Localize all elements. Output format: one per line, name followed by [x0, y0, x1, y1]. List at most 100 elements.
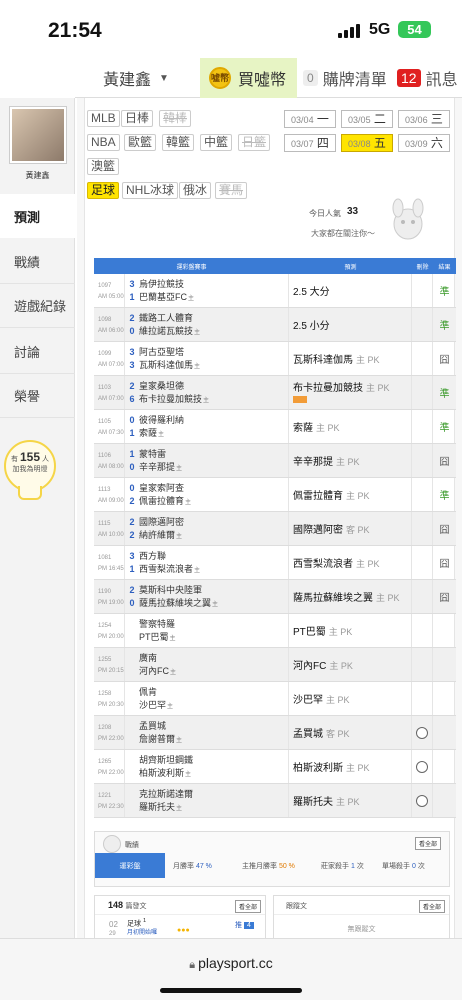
- team-home-line: PT巴蜀主: [139, 631, 288, 646]
- teams-cell: 廣南 河內FC主: [139, 648, 289, 681]
- game-id: 1190: [98, 589, 111, 595]
- score-cell: [125, 784, 139, 817]
- delete-cell: [412, 546, 433, 579]
- date-button[interactable]: 03/04 一: [284, 110, 336, 128]
- game-time: PM 16:45: [98, 566, 124, 572]
- home-tag: 主: [170, 670, 177, 676]
- team-away: 皇家桑坦德: [139, 381, 185, 391]
- url-field[interactable]: 🔒︎ playsport.cc: [0, 955, 462, 972]
- table-row: 1208 PM 22:00 孟買城 詹謝普爾主 孟買城客 PK: [94, 716, 456, 750]
- avatar[interactable]: [10, 107, 66, 163]
- teams-cell: 胡齊斯坦鋼鐵 柏斯波利斯主: [139, 750, 289, 783]
- prediction-type: 主 PK: [366, 383, 390, 393]
- sidebar-item-game-log[interactable]: 遊戲紀錄: [0, 284, 75, 328]
- date-button[interactable]: 03/05 二: [341, 110, 393, 128]
- league-chip[interactable]: 中籃: [200, 134, 233, 151]
- status-bar: 21:54 5G 54: [0, 0, 462, 58]
- home-tag: 主: [176, 738, 183, 744]
- sidebar-item-predict[interactable]: 預測: [0, 194, 77, 238]
- teams-cell: 皇家索阿查 佩雷拉體育主: [139, 478, 289, 511]
- team-home-line: 辛辛那提主: [139, 461, 288, 476]
- team-home: 辛辛那提: [139, 462, 176, 472]
- user-menu[interactable]: 黃建鑫 ▼: [75, 58, 197, 98]
- league-chip[interactable]: NHL冰球: [122, 182, 179, 199]
- score-home: 1: [129, 564, 135, 574]
- buy-coin-tab[interactable]: 噓幣 買噓幣: [200, 58, 297, 98]
- table-row: 1081 PM 16:45 3 1 西方聯 西雪梨流浪者主 西雪梨流浪者主 PK 囧: [94, 546, 456, 580]
- date-button[interactable]: 03/07 四: [284, 134, 336, 152]
- row-id-cell: 1105 AM 07:30: [94, 410, 125, 443]
- prediction-type: 主 PK: [376, 593, 400, 603]
- prediction-wrap: 孟買城客 PK: [293, 725, 350, 740]
- result-cell: [433, 716, 456, 749]
- prediction-pick: 2.5 小分: [293, 321, 330, 332]
- killer-label: 莊家殺手: [321, 863, 349, 870]
- date-button[interactable]: 03/09 六: [398, 134, 450, 152]
- team-away: 皇家索阿查: [139, 483, 185, 493]
- delete-radio[interactable]: [416, 794, 428, 807]
- user-name: 黃建鑫: [103, 72, 152, 89]
- posts-view-all-button[interactable]: 看全部: [235, 900, 262, 913]
- league-chip[interactable]: 澳籃: [87, 158, 120, 175]
- messages-label: 訊息: [425, 72, 458, 89]
- home-indicator[interactable]: [160, 988, 302, 993]
- home-tag: 主: [194, 568, 201, 574]
- delete-radio[interactable]: [416, 726, 428, 739]
- sidebar-item-record[interactable]: 戰績: [0, 240, 75, 284]
- game-time: PM 22:30: [98, 804, 124, 810]
- score-away: 2: [129, 313, 135, 323]
- messages-tab[interactable]: 12 訊息: [397, 58, 462, 98]
- prediction-pick: 西雪梨流浪者: [293, 559, 353, 570]
- prediction-pick: PT巴蜀: [293, 627, 326, 638]
- record-tab-lottery[interactable]: 運彩盤: [95, 853, 165, 878]
- prediction-wrap: PT巴蜀主 PK: [293, 623, 352, 638]
- team-home: 薩馬拉蘇維埃之翼: [139, 598, 212, 608]
- game-id: 1255: [98, 657, 112, 663]
- prediction-line: 辛辛那提主 PK: [293, 453, 360, 468]
- game-id: 1265: [98, 759, 112, 765]
- score-cell: 01: [125, 410, 139, 443]
- delete-cell: [412, 682, 433, 715]
- prediction-line: 布卡拉曼加競技主 PK: [293, 379, 390, 394]
- prediction-type: 客 PK: [326, 729, 350, 739]
- result-cell: 囧: [439, 559, 450, 570]
- month-rate-label: 月勝率: [173, 863, 194, 870]
- prediction-wrap: 國際邁阿密客 PK: [293, 521, 370, 536]
- sidebar-item-honor[interactable]: 榮譽: [0, 374, 75, 418]
- delete-radio[interactable]: [416, 760, 428, 773]
- status-time: 21:54: [48, 19, 102, 42]
- game-time: PM 22:00: [98, 736, 124, 742]
- row-id-cell: 1099 AM 07:00: [94, 342, 125, 375]
- post-text[interactable]: 月初開始囉: [127, 927, 157, 936]
- record-view-all-button[interactable]: 看全部: [415, 837, 442, 850]
- league-chip[interactable]: 韓籃: [162, 134, 195, 151]
- hot-tag-icon: [293, 396, 307, 403]
- result-cell: 囧: [439, 593, 450, 604]
- prediction-line: 索薩主 PK: [293, 419, 340, 434]
- prediction-type: 主 PK: [316, 423, 340, 433]
- date-button[interactable]: 03/06 三: [398, 110, 450, 128]
- score-cell: 22: [125, 512, 139, 545]
- tracking-view-all-button[interactable]: 看全部: [419, 900, 446, 913]
- prediction-pick: 2.5 大分: [293, 287, 330, 298]
- league-chip[interactable]: MLB: [87, 110, 120, 127]
- teams-cell: 克拉斯諾達爾 羅斯托夫主: [139, 784, 289, 817]
- purchase-list-tab[interactable]: 0 購牌清單: [303, 58, 395, 98]
- teams-cell: 皇家桑坦德 布卡拉曼加競技主: [139, 376, 289, 409]
- tracking-empty: 無跟蹤文: [347, 926, 376, 933]
- lightbulb-icon[interactable]: 有 155 人 加我為明燈: [4, 440, 56, 492]
- league-chip[interactable]: 日棒: [121, 110, 154, 127]
- score-cell: 10: [125, 444, 139, 477]
- league-chip[interactable]: NBA: [87, 134, 120, 151]
- prediction-wrap: 布卡拉曼加競技主 PK: [293, 379, 390, 406]
- score-cell: 20: [125, 580, 139, 613]
- prediction-type: 主 PK: [326, 695, 350, 705]
- game-id: 1113: [98, 487, 111, 493]
- date-button[interactable]: 03/08 五: [341, 134, 393, 152]
- delete-cell: [412, 580, 433, 613]
- league-chip[interactable]: 歐籃: [124, 134, 157, 151]
- sidebar-item-discussion[interactable]: 討論: [0, 330, 75, 374]
- coin-text: 噓幣: [211, 73, 230, 83]
- league-chip[interactable]: 足球: [87, 182, 120, 199]
- league-chip[interactable]: 俄冰: [179, 182, 212, 199]
